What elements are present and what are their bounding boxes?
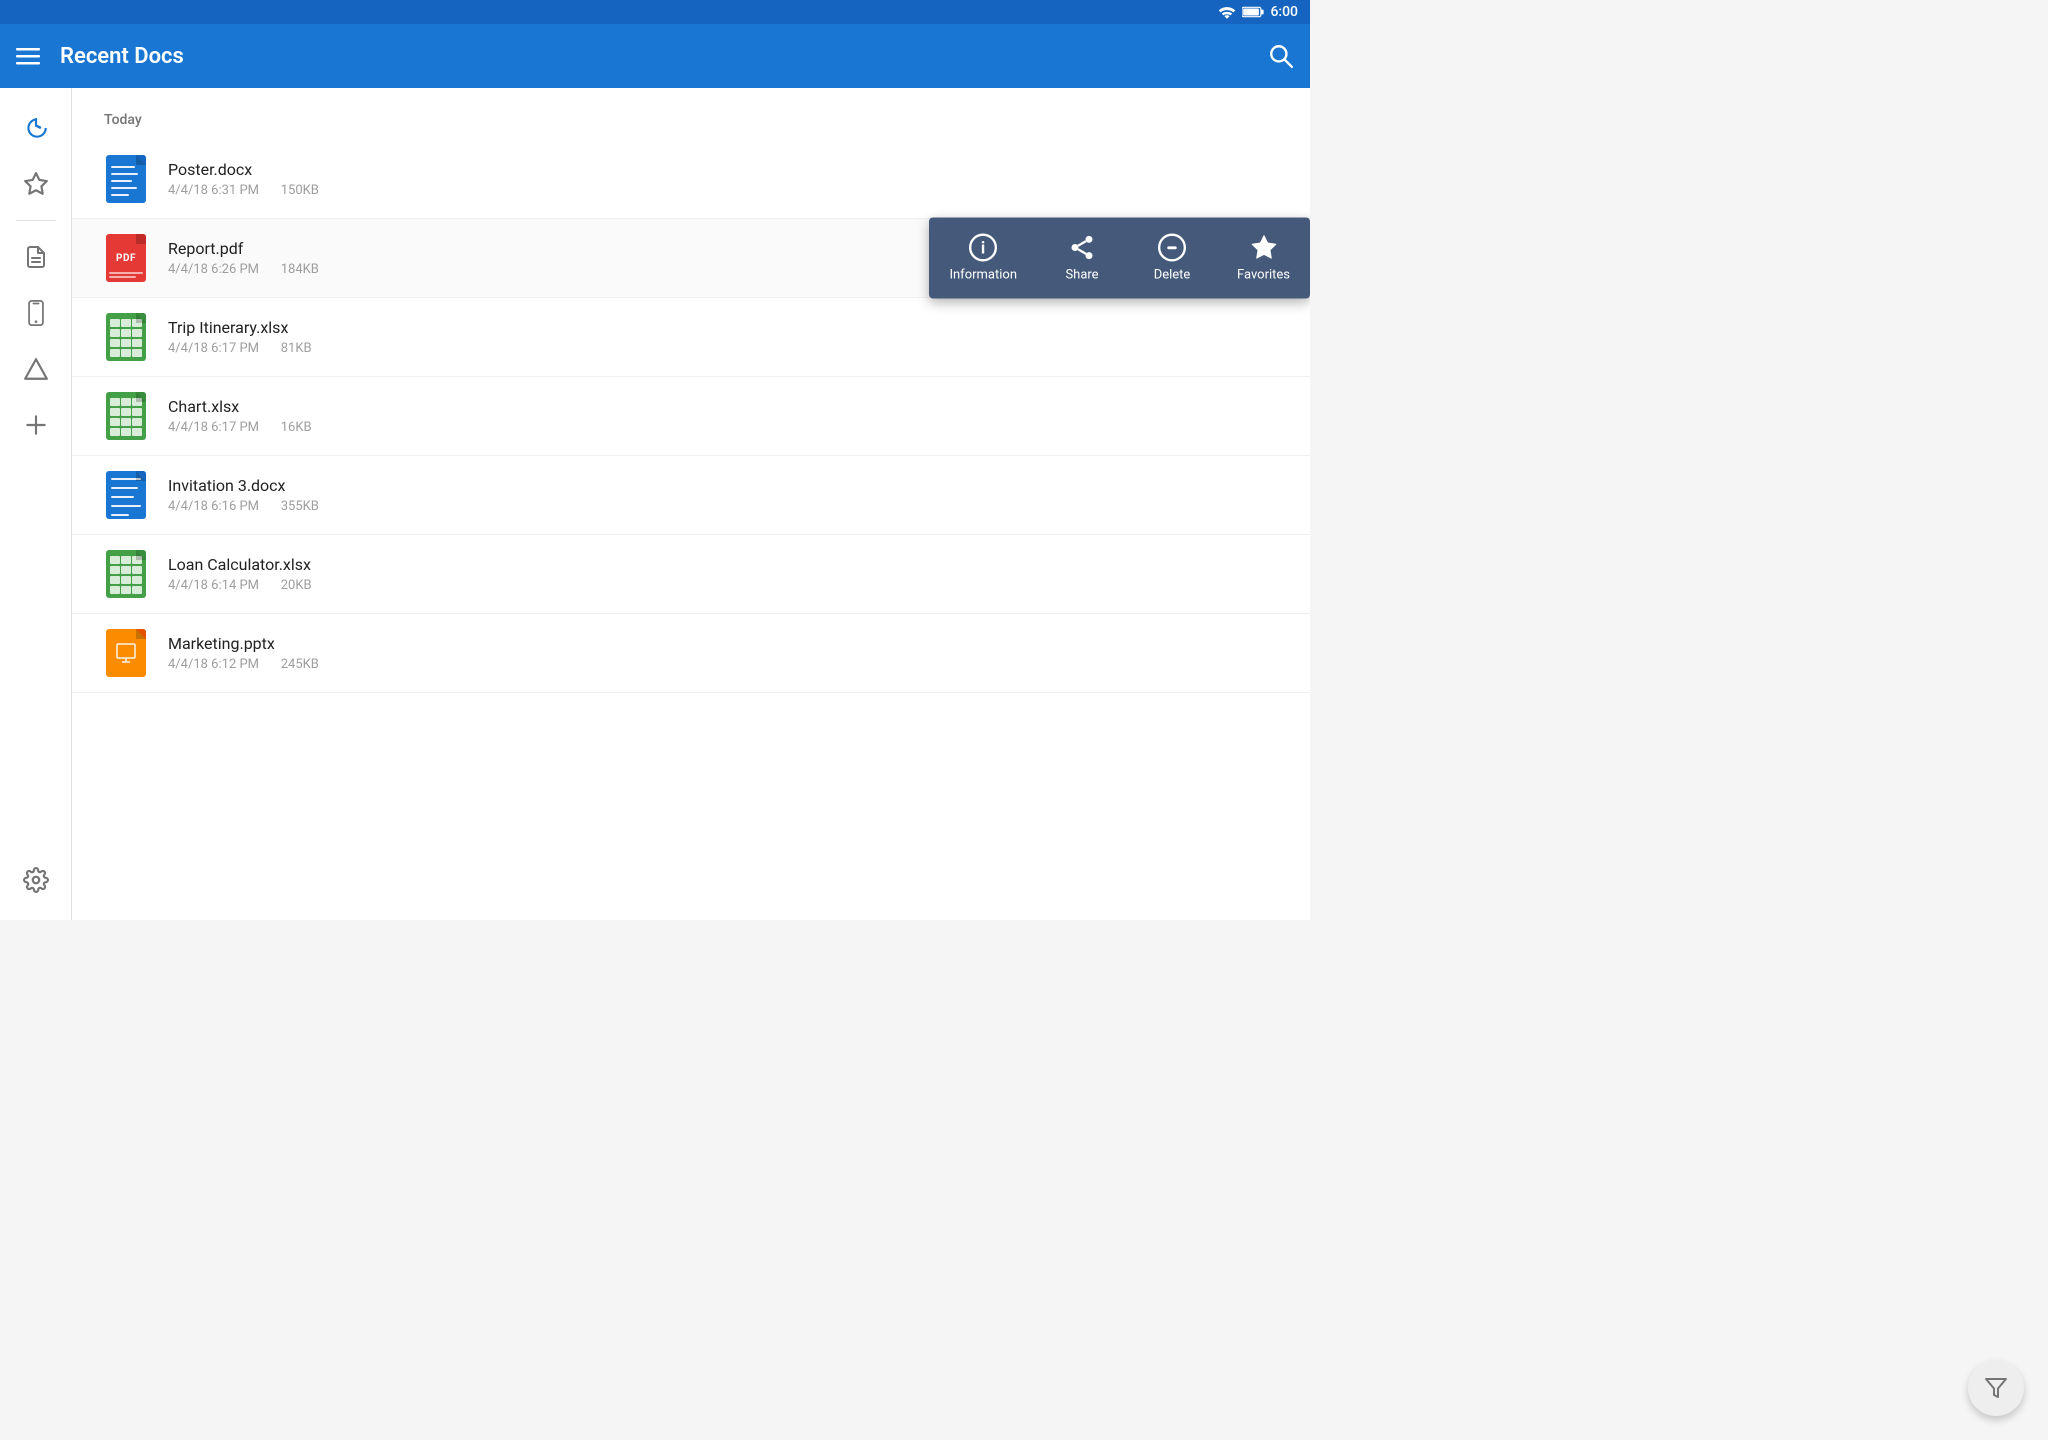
file-meta: 4/4/18 6:16 PM 355KB — [168, 499, 1278, 514]
menu-button[interactable] — [16, 44, 40, 68]
file-icon-xlsx-3 — [104, 549, 148, 599]
star-icon — [1250, 234, 1278, 262]
context-menu-delete[interactable]: Delete — [1127, 226, 1217, 291]
context-menu-information[interactable]: i Information — [929, 226, 1037, 291]
filter-fab[interactable] — [1968, 1360, 2024, 1416]
filter-icon — [1984, 1376, 2008, 1400]
list-item[interactable]: Marketing.pptx 4/4/18 6:12 PM 245KB — [72, 614, 1310, 693]
sidebar-item-device[interactable] — [12, 289, 60, 337]
file-name: Trip Itinerary.xlsx — [168, 318, 1278, 337]
time-display: 6:00 — [1270, 4, 1298, 20]
file-icon-pptx — [104, 628, 148, 678]
file-info: Invitation 3.docx 4/4/18 6:16 PM 355KB — [168, 476, 1278, 514]
file-icon-pdf: PDF — [104, 233, 148, 283]
share-icon — [1068, 234, 1096, 262]
file-icon-xlsx-2 — [104, 391, 148, 441]
app-bar: Recent Docs — [0, 24, 1310, 88]
file-info: Chart.xlsx 4/4/18 6:17 PM 16KB — [168, 397, 1278, 435]
file-name: Invitation 3.docx — [168, 476, 1278, 495]
file-name: Marketing.pptx — [168, 634, 1278, 653]
sidebar-item-settings[interactable] — [12, 856, 60, 904]
file-info: Marketing.pptx 4/4/18 6:12 PM 245KB — [168, 634, 1278, 672]
context-menu-favorites[interactable]: Favorites — [1217, 226, 1310, 291]
context-share-label: Share — [1065, 268, 1098, 283]
content-area: Today — [72, 88, 1310, 920]
file-info: Poster.docx 4/4/18 6:31 PM 150KB — [168, 160, 1278, 198]
section-header-today: Today — [72, 104, 1310, 140]
context-information-label: Information — [949, 268, 1017, 283]
file-icon-xlsx — [104, 312, 148, 362]
file-meta: 4/4/18 6:14 PM 20KB — [168, 578, 1278, 593]
sidebar-item-favorites[interactable] — [12, 160, 60, 208]
list-item[interactable]: Loan Calculator.xlsx 4/4/18 6:14 PM 20KB — [72, 535, 1310, 614]
list-item[interactable]: Poster.docx 4/4/18 6:31 PM 150KB — [72, 140, 1310, 219]
sidebar — [0, 88, 72, 920]
wifi-icon — [1218, 5, 1236, 19]
context-delete-label: Delete — [1154, 268, 1191, 283]
sidebar-item-documents[interactable] — [12, 233, 60, 281]
sidebar-item-add[interactable] — [12, 401, 60, 449]
sidebar-divider — [16, 220, 56, 221]
file-name: Poster.docx — [168, 160, 1278, 179]
battery-icon — [1242, 5, 1264, 19]
delete-icon — [1158, 234, 1186, 262]
sidebar-item-drive[interactable] — [12, 345, 60, 393]
file-meta: 4/4/18 6:17 PM 16KB — [168, 420, 1278, 435]
file-list: Poster.docx 4/4/18 6:31 PM 150KB PDF — [72, 140, 1310, 693]
file-meta: 4/4/18 6:17 PM 81KB — [168, 341, 1278, 356]
file-icon-docx-2 — [104, 470, 148, 520]
file-name: Loan Calculator.xlsx — [168, 555, 1278, 574]
page-title: Recent Docs — [60, 44, 1248, 69]
list-item[interactable]: Invitation 3.docx 4/4/18 6:16 PM 355KB — [72, 456, 1310, 535]
svg-text:i: i — [981, 238, 985, 257]
context-menu-share[interactable]: Share — [1037, 226, 1127, 291]
info-icon: i — [969, 234, 997, 262]
main-layout: Today — [0, 88, 1310, 920]
search-button[interactable] — [1268, 43, 1294, 69]
list-item[interactable]: PDF Report.pdf 4/4/18 6:26 PM 184KB — [72, 219, 1310, 298]
status-icons: 6:00 — [1218, 4, 1298, 20]
file-meta: 4/4/18 6:31 PM 150KB — [168, 183, 1278, 198]
file-info: Trip Itinerary.xlsx 4/4/18 6:17 PM 81KB — [168, 318, 1278, 356]
status-bar: 6:00 — [0, 0, 1310, 24]
context-favorites-label: Favorites — [1237, 268, 1290, 283]
list-item[interactable]: Trip Itinerary.xlsx 4/4/18 6:17 PM 81KB — [72, 298, 1310, 377]
file-info: Loan Calculator.xlsx 4/4/18 6:14 PM 20KB — [168, 555, 1278, 593]
sidebar-item-recent[interactable] — [12, 104, 60, 152]
context-menu: i Information — [929, 218, 1310, 299]
list-item[interactable]: Chart.xlsx 4/4/18 6:17 PM 16KB — [72, 377, 1310, 456]
file-name: Chart.xlsx — [168, 397, 1278, 416]
file-icon-docx — [104, 154, 148, 204]
file-meta: 4/4/18 6:12 PM 245KB — [168, 657, 1278, 672]
